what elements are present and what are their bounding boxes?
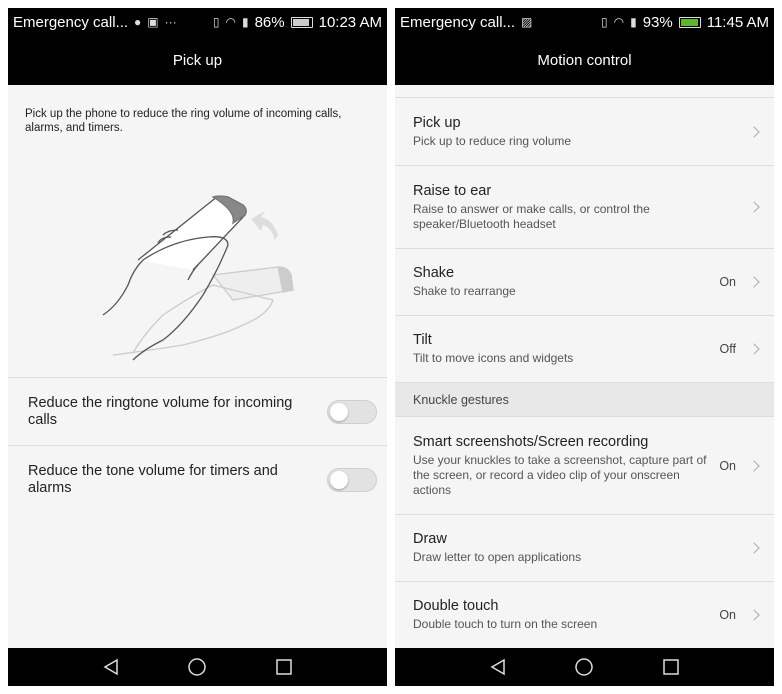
pick-up-illustration — [8, 162, 387, 377]
sim-icon: ▮ — [241, 15, 249, 29]
clock: 11:45 AM — [706, 13, 769, 31]
description: Pick up the phone to reduce the ring vol… — [25, 108, 342, 134]
item-subtitle: Double touch to turn on the screen — [413, 617, 598, 631]
wifi-icon: ◠ — [225, 15, 236, 29]
recents-icon[interactable] — [662, 658, 680, 676]
pick-up-screen: Emergency call... ● ▣ ··· ▯ ◠ ▮ 86% 10:2… — [8, 8, 387, 686]
page-title: Pick up — [8, 36, 387, 85]
item-subtitle: Shake to rearrange — [413, 284, 516, 298]
settings-list: Pick up Pick up to reduce ring volume Rai… — [395, 97, 774, 649]
recents-icon[interactable] — [275, 658, 293, 676]
status-bar: Emergency call... ● ▣ ··· ▯ ◠ ▮ 86% 10:2… — [8, 8, 387, 36]
item-subtitle: Raise to answer or make calls, or contro… — [413, 201, 650, 231]
item-value: Off — [719, 342, 736, 356]
navigation-bar — [8, 648, 387, 686]
wifi-icon: ◠ — [613, 15, 625, 29]
item-title: Double touch — [413, 598, 499, 614]
carrier-label: Emergency call... — [13, 13, 129, 31]
carrier-label: Emergency call... — [400, 13, 516, 31]
list-item-shake[interactable]: Shake Shake to rearrange On — [395, 249, 774, 316]
item-title: Tilt — [413, 332, 432, 348]
item-subtitle: Draw letter to open applications — [413, 550, 582, 564]
chevron-right-icon — [748, 542, 760, 554]
timers-toggle-switch[interactable] — [327, 467, 377, 492]
item-title: Raise to ear — [413, 182, 492, 199]
list-item-double-touch[interactable]: Double touch Double touch to turn on the … — [395, 582, 774, 649]
list-item-smart-screenshots[interactable]: Smart screenshots/Screen recording Use yo… — [395, 417, 774, 515]
item-title: Draw — [413, 531, 447, 547]
more-notifications-icon: ··· — [164, 15, 177, 29]
location-icon: ● — [134, 15, 142, 29]
battery-charging-icon — [678, 16, 701, 28]
battery-percent: 86% — [254, 13, 285, 31]
chevron-right-icon — [748, 459, 760, 472]
toggle-row-timers[interactable]: Reduce the tone volume for timers and al… — [8, 445, 387, 513]
chevron-right-icon — [748, 276, 760, 288]
chevron-right-icon — [748, 343, 760, 355]
home-icon[interactable] — [187, 657, 207, 677]
chevron-right-icon — [748, 125, 760, 138]
chevron-right-icon — [748, 201, 760, 213]
page-title: Motion control — [395, 36, 774, 85]
list-item-draw[interactable]: Draw Draw letter to open applications — [395, 515, 774, 582]
sim-icon: ▮ — [630, 15, 637, 29]
chevron-right-icon — [748, 609, 760, 621]
image-icon: ▨ — [521, 15, 533, 29]
list-item-tilt[interactable]: Tilt Tilt to move icons and widgets Off — [395, 316, 774, 383]
vibrate-icon: ▯ — [601, 15, 608, 29]
item-subtitle: Pick up to reduce ring volume — [413, 133, 572, 148]
list-item-pick-up[interactable]: Pick up Pick up to reduce ring volume — [395, 98, 774, 166]
ringtone-toggle-switch[interactable] — [327, 399, 377, 424]
list-item-raise-to-ear[interactable]: Raise to ear Raise to answer or make call… — [395, 166, 774, 249]
toggle-label: Reduce the ringtone volume for incoming … — [28, 394, 293, 428]
hand-phone-icon — [102, 194, 294, 360]
home-icon[interactable] — [574, 657, 594, 677]
battery-icon — [290, 16, 313, 28]
item-subtitle: Use your knuckles to take a screenshot, … — [413, 452, 707, 497]
item-title: Smart screenshots/Screen recording — [413, 433, 649, 450]
item-value: On — [719, 608, 736, 622]
clock: 10:23 AM — [318, 13, 382, 31]
back-icon[interactable] — [489, 658, 507, 676]
motion-control-screen: Emergency call... ▨ ▯ ◠ ▮ 93% 11:45 AM M… — [395, 8, 774, 686]
item-subtitle: Tilt to move icons and widgets — [413, 351, 574, 365]
calendar-icon: ▣ — [147, 15, 159, 29]
battery-percent: 93% — [642, 13, 673, 31]
toggle-label: Reduce the tone volume for timers and al… — [28, 462, 278, 496]
vibrate-icon: ▯ — [212, 15, 220, 29]
status-bar: Emergency call... ▨ ▯ ◠ ▮ 93% 11:45 AM — [395, 8, 774, 36]
navigation-bar — [395, 648, 774, 686]
item-value: On — [719, 275, 736, 289]
section-header-knuckle-gestures: Knuckle gestures — [395, 383, 774, 417]
item-title: Shake — [413, 265, 455, 281]
item-value: On — [719, 458, 736, 473]
toggle-row-ringtone[interactable]: Reduce the ringtone volume for incoming … — [8, 377, 387, 445]
back-icon[interactable] — [102, 658, 120, 676]
item-title: Pick up — [413, 114, 461, 131]
